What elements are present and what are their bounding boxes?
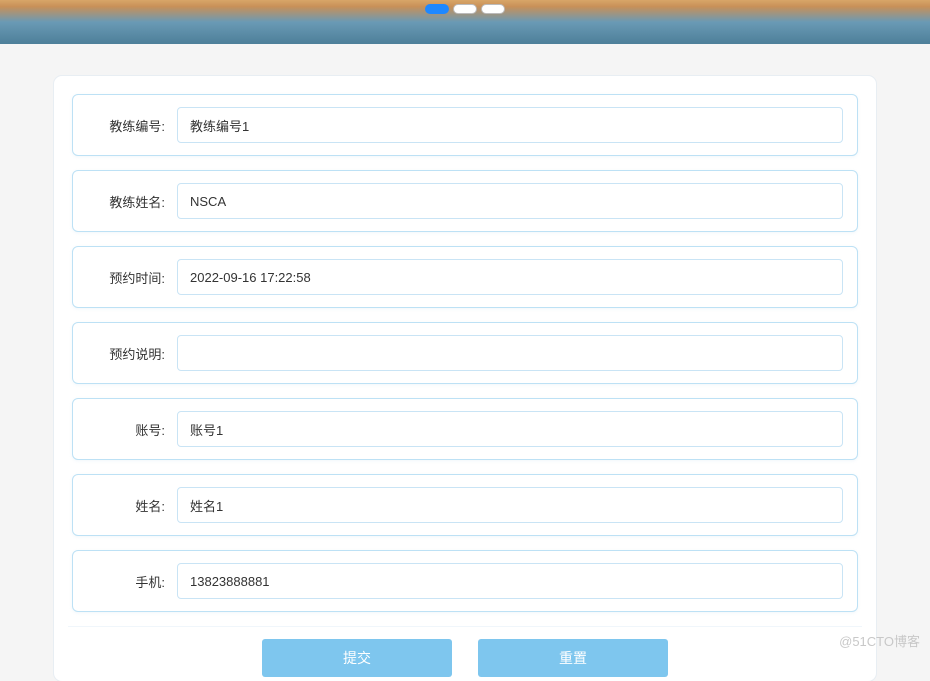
input-coach-no[interactable]	[177, 107, 843, 143]
carousel-dot-3[interactable]	[481, 4, 505, 14]
carousel-dots	[425, 4, 505, 14]
watermark: @51CTO博客	[839, 631, 920, 650]
banner	[0, 0, 930, 44]
input-appt-desc[interactable]	[177, 335, 843, 371]
carousel-dot-2[interactable]	[453, 4, 477, 14]
input-account[interactable]	[177, 411, 843, 447]
input-phone[interactable]	[177, 563, 843, 599]
label-appt-time: 预约时间:	[87, 268, 165, 287]
input-appt-time[interactable]	[177, 259, 843, 295]
row-name: 姓名:	[72, 474, 858, 536]
reset-button[interactable]: 重置	[478, 639, 668, 677]
label-coach-name: 教练姓名:	[87, 192, 165, 211]
row-coach-no: 教练编号:	[72, 94, 858, 156]
label-name: 姓名:	[87, 496, 165, 515]
label-phone: 手机:	[87, 572, 165, 591]
row-account: 账号:	[72, 398, 858, 460]
row-appt-time: 预约时间:	[72, 246, 858, 308]
input-name[interactable]	[177, 487, 843, 523]
button-row: 提交 重置	[68, 626, 862, 677]
input-coach-name[interactable]	[177, 183, 843, 219]
label-coach-no: 教练编号:	[87, 116, 165, 135]
carousel-dot-1[interactable]	[425, 4, 449, 14]
submit-button[interactable]: 提交	[262, 639, 452, 677]
form-container: 教练编号: 教练姓名: 预约时间: 预约说明: 账号: 姓名: 手机: 提交 重…	[54, 76, 876, 681]
row-phone: 手机:	[72, 550, 858, 612]
row-coach-name: 教练姓名:	[72, 170, 858, 232]
row-appt-desc: 预约说明:	[72, 322, 858, 384]
label-appt-desc: 预约说明:	[87, 344, 165, 363]
label-account: 账号:	[87, 420, 165, 439]
